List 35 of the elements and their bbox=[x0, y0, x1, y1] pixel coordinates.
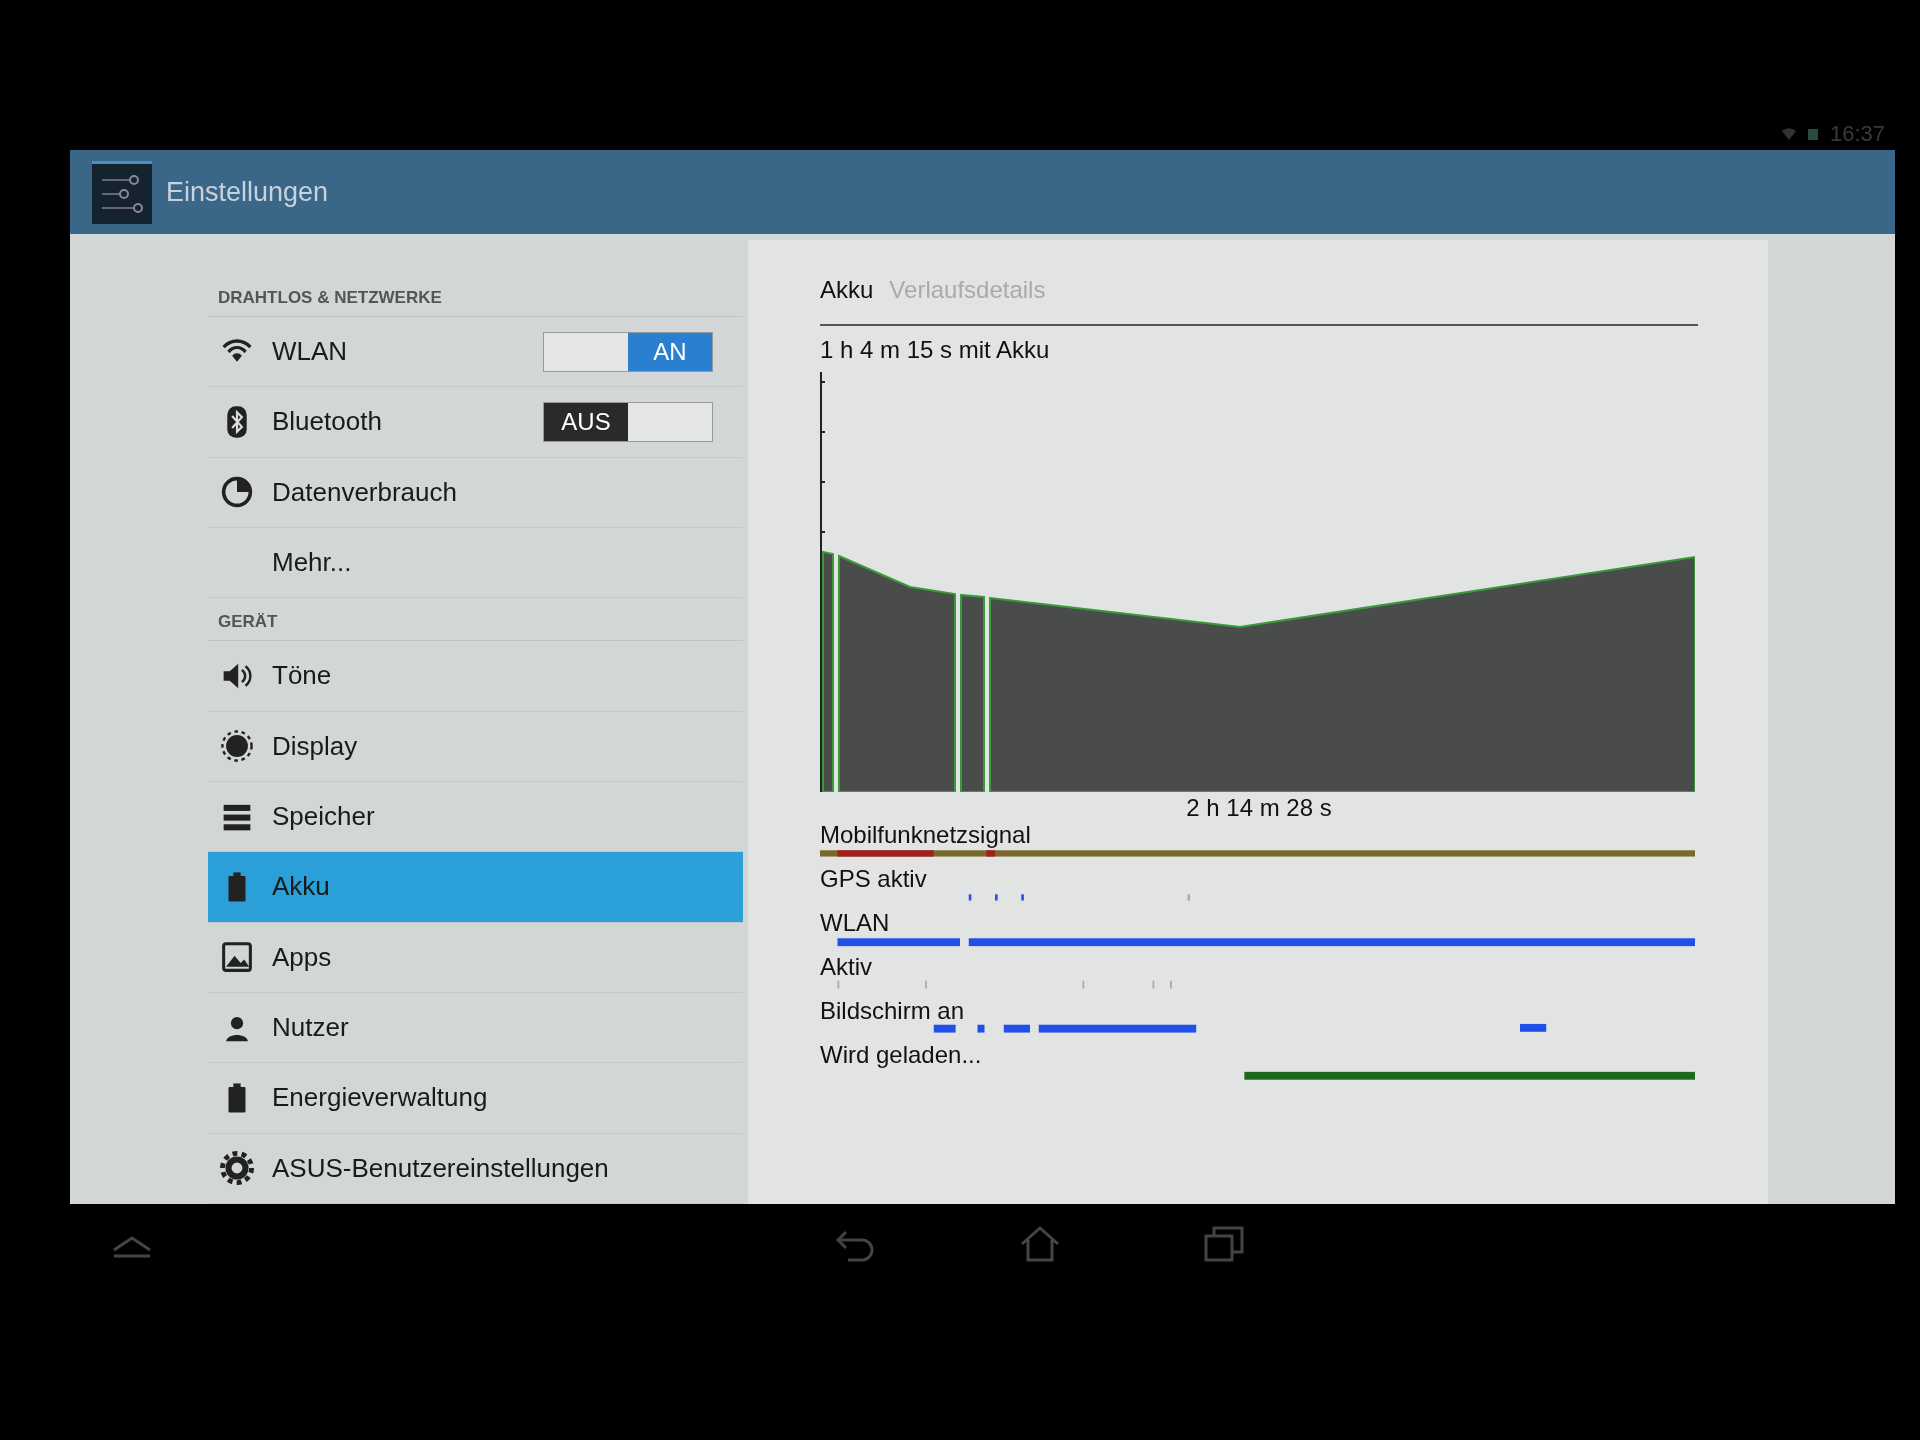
recent-apps-icon[interactable] bbox=[1202, 1224, 1246, 1264]
picture-icon bbox=[220, 940, 254, 975]
app-title: Einstellungen bbox=[166, 176, 329, 208]
home-icon[interactable] bbox=[1018, 1224, 1062, 1264]
settings-item[interactable]: Datenverbrauch bbox=[208, 457, 743, 528]
settings-item[interactable]: Energieverwaltung bbox=[208, 1063, 743, 1134]
brightness-icon bbox=[220, 729, 254, 764]
sliders-icon bbox=[92, 160, 152, 224]
section-header: GERÄT bbox=[208, 598, 743, 642]
timeline-label: GPS aktiv bbox=[820, 865, 927, 892]
wifi-icon bbox=[1781, 127, 1796, 141]
settings-icon bbox=[220, 1151, 254, 1186]
timeline-label: Bildschirm an bbox=[820, 997, 965, 1024]
settings-item[interactable]: Display bbox=[208, 711, 743, 782]
timeline-label: Wird geladen... bbox=[820, 1041, 982, 1068]
pie-chart-icon bbox=[220, 475, 254, 510]
toggle-switch[interactable]: AUS bbox=[543, 402, 713, 442]
battery-icon bbox=[1805, 127, 1820, 141]
settings-item[interactable]: Apps bbox=[208, 922, 743, 993]
settings-item[interactable]: Nutzer bbox=[208, 992, 743, 1064]
selected-settings-item[interactable]: Akku bbox=[208, 852, 743, 923]
settings-item[interactable]: Töne bbox=[208, 641, 743, 712]
graph-duration: 2 h 14 m 28 s bbox=[1185, 794, 1333, 822]
settings-item[interactable]: ASUS-Benutzereinstellungen bbox=[208, 1133, 743, 1204]
battery-time-text: 1 h 4 m 15 s mit Akku bbox=[820, 336, 1051, 364]
settings-item[interactable]: Mehr... bbox=[208, 528, 743, 599]
clock: 16:37 bbox=[1829, 121, 1885, 147]
timeline-label: WLAN bbox=[820, 909, 890, 936]
setting-label[interactable]: Bluetooth bbox=[272, 406, 525, 438]
section-header: DRAHTLOS & NETZWERKE bbox=[208, 274, 743, 317]
toggle-switch[interactable]: AN bbox=[543, 331, 713, 372]
timeline-label: Aktiv bbox=[820, 953, 872, 980]
setting-label[interactable]: WLAN bbox=[272, 336, 525, 368]
tab[interactable]: Akku bbox=[820, 276, 874, 304]
timeline-label: Mobilfunknetzsignal bbox=[820, 821, 1031, 848]
